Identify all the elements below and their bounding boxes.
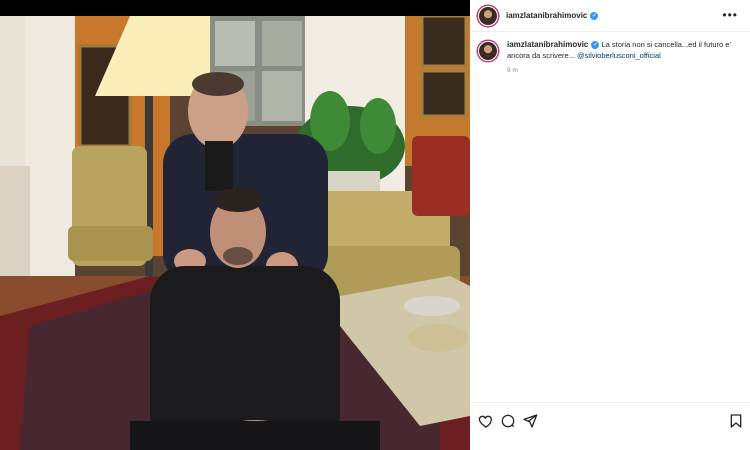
post-header: iamzlatanibrahimovic ✓ ••• [470,0,750,32]
caption-body: iamzlatanibrahimovic ✓ La storia non si c… [507,40,740,77]
post-sidebar: iamzlatanibrahimovic ✓ ••• iamzlatanibra… [470,0,750,450]
bookmark-icon[interactable] [728,413,744,429]
header-username[interactable]: iamzlatanibrahimovic [506,11,587,20]
photo-illustration [0,16,470,450]
verified-badge-icon: ✓ [590,11,599,20]
heart-icon[interactable] [478,413,494,429]
top-black-bar [0,0,470,16]
more-options-icon[interactable]: ••• [722,9,738,21]
profile-avatar[interactable] [478,5,498,26]
action-bar [470,402,750,450]
caption-avatar[interactable] [478,41,498,61]
post-time: 9 m [507,67,518,74]
post-photo[interactable] [0,16,470,450]
caption-mention-link[interactable]: @silvioberlusconi_official [577,51,661,60]
caption-block: iamzlatanibrahimovic ✓ La storia non si c… [478,40,740,77]
caption-verified-badge-icon: ✓ [591,41,600,50]
caption-username[interactable]: iamzlatanibrahimovic [507,40,588,49]
comment-icon[interactable] [500,413,516,429]
send-icon[interactable] [522,413,538,429]
